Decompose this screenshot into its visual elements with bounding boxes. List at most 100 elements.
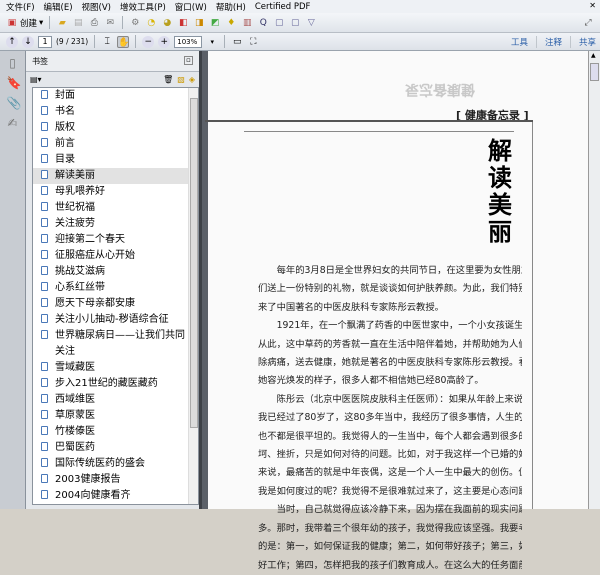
menu-certified-pdf[interactable]: Certified PDF xyxy=(255,2,311,12)
create-label: 创建 xyxy=(20,18,38,29)
text-line: 来说，最痛苦的就是中年丧偶，这是一个人一生中最大的创伤。但是， xyxy=(258,467,522,479)
sign-icon[interactable]: ◨ xyxy=(193,17,205,29)
page-number-input[interactable]: 1 xyxy=(38,35,52,48)
options-menu-icon[interactable]: ▤▾ xyxy=(30,75,42,84)
zoom-out-icon[interactable]: − xyxy=(142,35,155,48)
tools-link[interactable]: 工具 xyxy=(511,36,528,48)
bookmark-item[interactable]: 2003健康报告 xyxy=(33,472,188,488)
review-icon[interactable]: ◕ xyxy=(161,17,173,29)
bookmark-item[interactable]: 巴蜀医药 xyxy=(33,440,188,456)
bookmark-item[interactable]: 迎接第二个春天 xyxy=(33,232,188,248)
scroll-up-icon[interactable]: ▲ xyxy=(591,52,596,59)
bookmark-icon xyxy=(41,474,48,483)
divider xyxy=(49,16,51,29)
bookmark-item[interactable]: 挑战艾滋病 xyxy=(33,264,188,280)
divider xyxy=(224,35,226,48)
forms-icon[interactable]: ◩ xyxy=(209,17,221,29)
document-scrollbar[interactable]: ▲ xyxy=(588,51,600,509)
bookmark-item[interactable]: 封面 xyxy=(33,88,188,104)
hand-tool-icon[interactable]: ✋ xyxy=(117,35,129,48)
bookmark-item[interactable]: 解读美丽 xyxy=(33,168,188,184)
text-line: 多。那时，我带着三个很年幼的孩子，我觉得我应该坚强。我要考虑 xyxy=(258,522,522,534)
scrollbar-thumb[interactable] xyxy=(590,63,599,81)
bookmark-item[interactable]: 西域维医 xyxy=(33,392,188,408)
bookmark-item[interactable]: 竹楼傣医 xyxy=(33,424,188,440)
bookmark-item[interactable]: 书名 xyxy=(33,104,188,120)
new-bookmark-icon[interactable]: ▧ xyxy=(177,75,185,84)
panel-collapse-icon[interactable]: ▫ xyxy=(184,56,193,65)
document-icon[interactable]: ▥ xyxy=(241,17,253,29)
bookmark-label: 世界糖尿病日——让我们共同关注 xyxy=(55,330,185,357)
attachments-icon[interactable]: 📎 xyxy=(7,97,22,109)
bookmark-item[interactable]: 愿天下母亲都安康 xyxy=(33,296,188,312)
tool-icon[interactable]: ▢ xyxy=(273,17,285,29)
text-line: 除病痛，送去健康，她就是著名的中医皮肤科专家陈彤云教授。看着 xyxy=(258,357,522,369)
tool-icon[interactable]: ▢ xyxy=(289,17,301,29)
bookmark-item[interactable]: 前言 xyxy=(33,136,188,152)
fit-page-icon[interactable]: ▭ xyxy=(231,36,243,48)
divider xyxy=(122,16,124,29)
bookmark-item[interactable]: 目录 xyxy=(33,152,188,168)
delete-bookmark-icon[interactable]: 🗑 xyxy=(163,75,173,84)
bookmark-item[interactable]: 雪域藏医 xyxy=(33,360,188,376)
bookmark-icon xyxy=(41,90,48,99)
expand-icon[interactable]: ⤢ xyxy=(582,17,594,29)
save-icon[interactable]: ▤ xyxy=(72,17,84,29)
print-icon[interactable]: ⎙ xyxy=(88,17,100,29)
signatures-icon[interactable]: ✍ xyxy=(7,117,19,129)
bookmark-scrollbar[interactable] xyxy=(188,88,198,504)
bookmark-icon xyxy=(41,282,48,291)
zoom-level-input[interactable]: 103% xyxy=(174,35,203,48)
divider xyxy=(244,131,514,132)
bookmark-item[interactable]: 关注小儿抽动-秽语综合征 xyxy=(33,312,188,328)
menu-plugins[interactable]: 增效工具(P) xyxy=(120,1,166,13)
filter-icon[interactable]: ▽ xyxy=(305,17,317,29)
bookmark-item[interactable]: 征服癌症从心开始 xyxy=(33,248,188,264)
zoom-dropdown-icon[interactable]: ▾ xyxy=(206,36,218,48)
comment-icon[interactable]: ◔ xyxy=(145,17,157,29)
bookmark-label: 关注疲劳 xyxy=(55,218,95,229)
bookmark-item[interactable]: 世纪祝福 xyxy=(33,200,188,216)
next-page-icon[interactable]: ↓ xyxy=(22,35,34,48)
bookmark-item[interactable]: 版权 xyxy=(33,120,188,136)
comment-link[interactable]: 注释 xyxy=(535,35,562,48)
ocr-icon[interactable]: Q xyxy=(257,17,269,29)
bookmark-item[interactable]: 草原蒙医 xyxy=(33,408,188,424)
bookmark-icon xyxy=(41,170,48,179)
select-cursor-icon[interactable]: ⌶ xyxy=(101,36,113,48)
menu-help[interactable]: 帮助(H) xyxy=(216,1,246,13)
text-line: 我已经过了80岁了，这80多年当中，我经历了很多事情，人生的路 xyxy=(258,412,522,424)
bookmark-icon xyxy=(41,106,48,115)
bookmark-item[interactable]: 关注疲劳 xyxy=(33,216,188,232)
close-document-icon[interactable]: ✕ xyxy=(589,1,596,10)
bookmark-item[interactable]: 世界糖尿病日——让我们共同关注 xyxy=(33,328,188,360)
find-bookmark-icon[interactable]: ◈ xyxy=(189,75,195,84)
bookmark-label: 封面 xyxy=(55,90,75,101)
secure-icon[interactable]: ◧ xyxy=(177,17,189,29)
bleed-through-heading: 健康备忘录 xyxy=(405,81,475,97)
open-folder-icon[interactable]: ▰ xyxy=(56,17,68,29)
bookmark-item[interactable]: 心系红丝带 xyxy=(33,280,188,296)
scrollbar-thumb[interactable] xyxy=(190,98,198,428)
create-pdf-icon: ▣ xyxy=(7,17,17,28)
zoom-in-icon[interactable]: + xyxy=(158,35,171,48)
previous-page-icon[interactable]: ↑ xyxy=(6,35,18,48)
bookmarks-icon[interactable]: 🔖 xyxy=(7,77,22,89)
email-icon[interactable]: ✉ xyxy=(104,17,116,29)
text-line: 从此，这中草药的芳香就一直在生活中陪伴着她，并帮助她为人们解 xyxy=(258,338,522,350)
menu-file[interactable]: 文件(F) xyxy=(6,1,35,13)
menu-window[interactable]: 窗口(W) xyxy=(175,1,207,13)
menu-edit[interactable]: 编辑(E) xyxy=(44,1,73,13)
bookmark-item[interactable]: 2004向健康看齐 xyxy=(33,488,188,504)
page-count: (9 / 231) xyxy=(56,37,89,46)
full-screen-icon[interactable]: ⛶ xyxy=(247,36,259,48)
menu-view[interactable]: 视图(V) xyxy=(82,1,111,13)
create-button[interactable]: ▣ 创建 ▾ xyxy=(6,17,44,29)
bookmark-item[interactable]: 国际传统医药的盛会 xyxy=(33,456,188,472)
page-thumbnails-icon[interactable]: ▯ xyxy=(7,57,19,69)
share-link[interactable]: 共享 xyxy=(569,35,596,48)
settings-icon[interactable]: ⚙ xyxy=(129,17,141,29)
bookmark-item[interactable]: 步入21世纪的藏医藏药 xyxy=(33,376,188,392)
pin-icon[interactable]: ♦ xyxy=(225,17,237,29)
bookmark-item[interactable]: 母乳喂养好 xyxy=(33,184,188,200)
